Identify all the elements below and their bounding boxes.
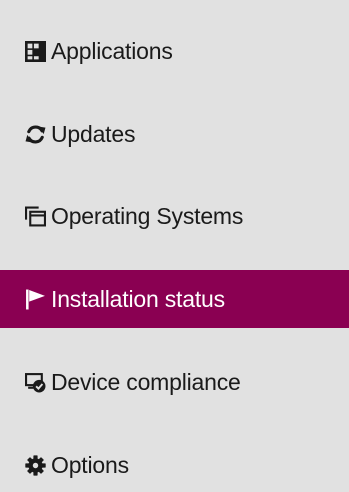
nav-item-options[interactable]: Options xyxy=(0,436,349,492)
nav-item-device-compliance[interactable]: Device compliance xyxy=(0,353,349,411)
sidebar-nav: Applications Updates Operating Systems I… xyxy=(0,0,349,492)
nav-item-label: Device compliance xyxy=(51,368,241,395)
nav-item-label: Applications xyxy=(51,37,173,64)
windows-stack-icon xyxy=(25,206,46,227)
device-check-icon xyxy=(25,372,46,393)
nav-item-installation-status[interactable]: Installation status xyxy=(0,270,349,328)
nav-item-label: Options xyxy=(51,451,129,478)
nav-item-label: Installation status xyxy=(51,285,225,312)
nav-item-label: Updates xyxy=(51,120,136,147)
nav-item-label: Operating Systems xyxy=(51,202,244,229)
nav-item-operating-systems[interactable]: Operating Systems xyxy=(0,187,349,245)
refresh-icon xyxy=(25,124,46,145)
applications-grid-icon xyxy=(25,40,46,62)
gear-icon xyxy=(25,454,46,476)
nav-item-updates[interactable]: Updates xyxy=(0,105,349,163)
flag-icon xyxy=(25,289,46,310)
nav-item-applications[interactable]: Applications xyxy=(0,22,349,80)
